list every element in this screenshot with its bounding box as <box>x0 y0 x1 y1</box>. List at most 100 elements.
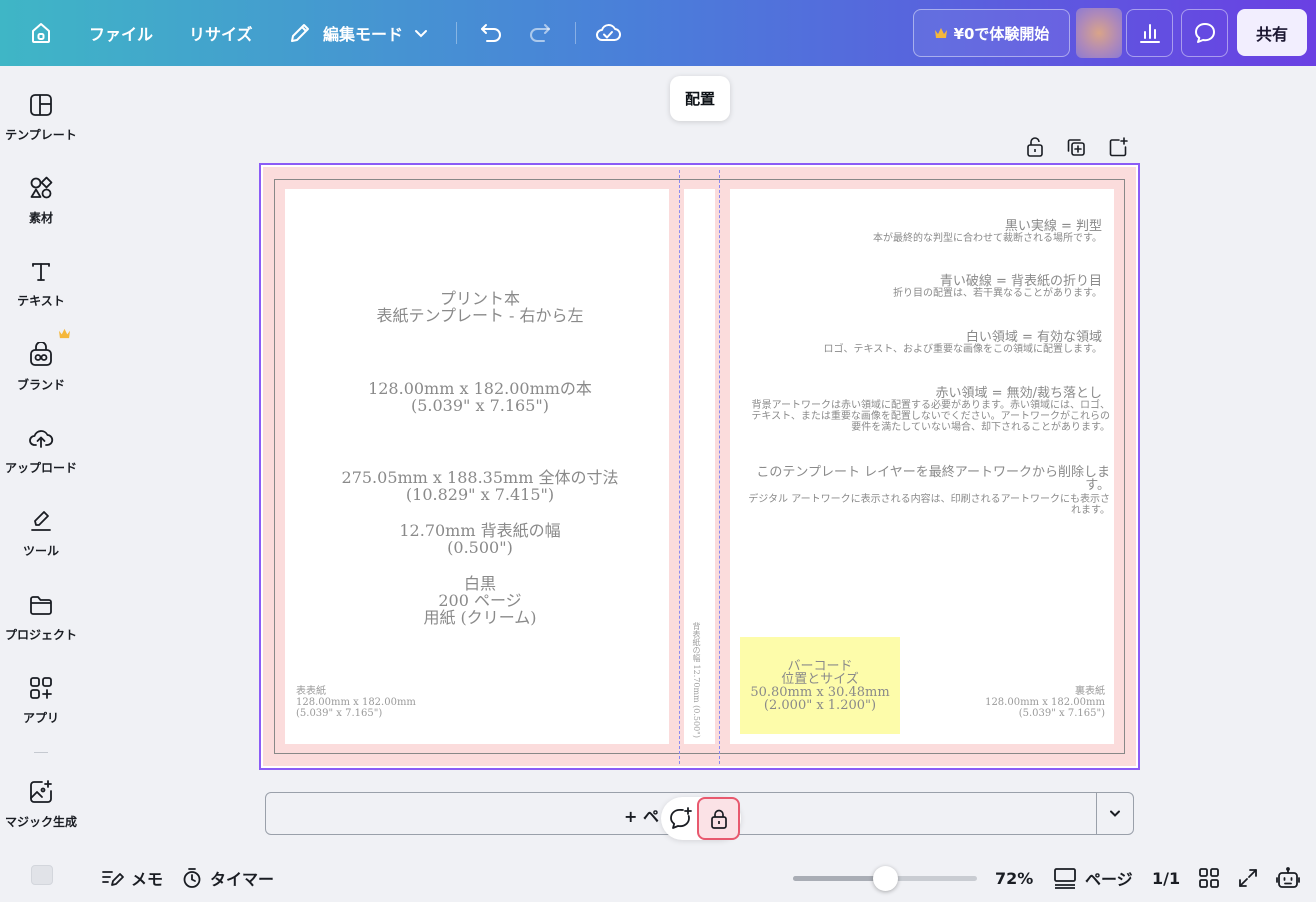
lock-icon <box>710 809 727 829</box>
legend-heading: このテンプレート レイヤーを最終アートワークから削除します。 <box>756 465 1110 493</box>
robot-icon <box>1276 867 1300 888</box>
redo-button[interactable] <box>527 0 553 66</box>
sidebar-item-magic[interactable]: マジック生成 <box>0 779 82 849</box>
spine-width-line: (0.500") <box>447 538 513 557</box>
chevron-down-icon[interactable] <box>1106 804 1124 822</box>
text-icon <box>32 263 50 281</box>
spine-width-line: 12.70mm 背表紙の幅 <box>399 521 561 540</box>
legend-blue-line: 青い破線 = 背表紙の折り目 折り目の配置は、若干異なることがあります。 <box>745 274 1102 299</box>
sidebar-item-label: テンプレート <box>5 128 77 142</box>
file-menu-label: ファイル <box>89 25 154 44</box>
spine-fold-line <box>679 170 680 764</box>
edit-mode-dropdown[interactable]: 編集モード <box>288 0 429 66</box>
book-size-line: 128.00mm x 182.00mmの本 <box>368 379 592 398</box>
zoom-value: 72% <box>995 868 1034 888</box>
spine-width-block: 12.70mm 背表紙の幅 (0.500") <box>285 522 675 556</box>
duplicate-page-icon[interactable] <box>1065 136 1087 158</box>
sidebar-item-brand[interactable]: ブランド <box>0 342 82 412</box>
book-size-line: (5.039" x 7.165") <box>410 396 549 415</box>
sidebar-item-projects[interactable]: プロジェクト <box>0 592 82 662</box>
cover-title-block: プリント本 表紙テンプレート - 右から左 <box>285 290 675 324</box>
expand-icon <box>1239 869 1257 887</box>
lock-icon[interactable] <box>1024 136 1046 158</box>
barcode-line: 位置とサイズ <box>781 671 859 687</box>
legend-heading: 青い破線 = 背表紙の折り目 <box>939 274 1102 289</box>
cover-title-line: プリント本 <box>439 289 520 308</box>
chevron-down-icon <box>415 30 428 38</box>
pages-icon <box>1054 868 1076 889</box>
home-icon <box>32 23 50 43</box>
undo-button[interactable] <box>478 0 504 66</box>
legend-body: デジタル アートワークに表示される内容は、印刷されるアートワークにも表示されます… <box>748 494 1110 516</box>
zoom-slider-thumb[interactable] <box>872 866 898 891</box>
avatar[interactable] <box>1076 8 1122 58</box>
tools-icon <box>31 511 51 531</box>
corner-label-line: (5.039" x 7.165") <box>1018 708 1105 719</box>
resize-menu[interactable]: リサイズ <box>189 0 253 66</box>
grid-view-button[interactable] <box>1198 862 1220 894</box>
add-page-icon[interactable] <box>1107 136 1129 158</box>
legend-black-line: 黒い実線 = 判型 本が最終的な判型に合わせて裁断される場所です。 <box>745 220 1102 244</box>
sidebar-item-label: テキスト <box>17 294 65 308</box>
page-count-value: 1/1 <box>1152 868 1181 888</box>
position-tooltip: 配置 <box>670 76 730 121</box>
corner-label-line: 裏表紙 <box>1075 686 1105 697</box>
barcode-placeholder[interactable]: バーコード 位置とサイズ 50.80mm x 30.48mm (2.000" x… <box>740 637 900 734</box>
sidebar-collapse-handle[interactable] <box>31 865 53 885</box>
total-size-block: 275.05mm x 188.35mm 全体の寸法 (10.829" x 7.4… <box>285 469 675 503</box>
back-cover-label: 表表紙 128.00mm x 182.00mm (5.039" x 7.165"… <box>296 686 416 719</box>
legend-white-area: 白い領域 = 有効な領域 ロゴ、テキスト、および重要な画像をこの領域に配置します… <box>745 331 1103 355</box>
toolbar-divider <box>456 22 457 44</box>
pages-button[interactable]: ページ <box>1053 862 1133 894</box>
insights-button[interactable] <box>1126 9 1173 57</box>
add-comment-icon[interactable] <box>668 806 694 832</box>
sidebar-item-apps[interactable]: アプリ <box>0 675 82 745</box>
sidebar-item-label: ツール <box>22 544 59 558</box>
sidebar-item-elements[interactable]: 素材 <box>0 175 82 245</box>
timer-icon <box>183 868 201 888</box>
fullscreen-button[interactable] <box>1237 862 1259 894</box>
legend-red-area: 赤い領域 = 無効/裁ち落とし 背景アートワークは赤い領域に配置する必要がありま… <box>745 387 1110 433</box>
page-count: 1/1 <box>1152 862 1180 894</box>
spine-fold-line <box>719 170 720 764</box>
resize-menu-label: リサイズ <box>189 25 253 44</box>
timer-label: タイマー <box>210 870 275 889</box>
notes-button[interactable]: メモ <box>101 862 163 894</box>
legend-remove-layer: このテンプレート レイヤーを最終アートワークから削除します。 デジタル アートワ… <box>745 466 1110 516</box>
file-menu[interactable]: ファイル <box>89 0 153 66</box>
zoom-level[interactable]: 72% <box>995 862 1033 894</box>
assistant-button[interactable] <box>1276 862 1300 894</box>
notes-icon <box>102 871 124 886</box>
corner-label-line: 128.00mm x 182.00mm <box>296 697 416 708</box>
sidebar-item-label: アプリ <box>22 711 59 725</box>
share-button[interactable]: 共有 <box>1237 9 1307 56</box>
legend-body: 本が最終的な判型に合わせて裁断される場所です。 <box>873 233 1102 244</box>
grid-icon <box>1199 868 1219 888</box>
timer-button[interactable]: タイマー <box>181 862 274 894</box>
add-page-label: + ペ <box>624 807 659 826</box>
free-trial-button[interactable]: ¥0で体験開始 <box>913 9 1070 57</box>
home-button[interactable] <box>28 0 54 66</box>
comments-button[interactable] <box>1181 9 1228 57</box>
legend-body: 背景アートワークは赤い領域に配置する必要があります。赤い領域には、ロゴ、テキスト… <box>751 400 1110 433</box>
sidebar-item-templates[interactable]: テンプレート <box>0 92 82 162</box>
sidebar-item-uploads[interactable]: アップロード <box>0 425 82 495</box>
corner-label-line: (5.039" x 7.165") <box>296 708 383 719</box>
cloud-save-button[interactable] <box>595 0 621 66</box>
magic-icon <box>30 780 52 803</box>
cloud-check-icon <box>596 24 621 41</box>
sidebar-item-text[interactable]: テキスト <box>0 258 82 328</box>
crown-icon <box>934 28 947 38</box>
lock-page-button[interactable] <box>697 797 740 840</box>
add-page-divider <box>1096 793 1097 834</box>
zoom-slider-fill <box>793 876 885 881</box>
sidebar-divider <box>34 752 48 753</box>
total-size-line: (10.829" x 7.415") <box>405 485 555 504</box>
notes-label: メモ <box>131 870 164 889</box>
toolbar-divider <box>575 22 576 44</box>
template-icon <box>30 94 52 116</box>
share-label: 共有 <box>1255 24 1288 44</box>
sidebar-item-label: プロジェクト <box>4 628 77 642</box>
sidebar-item-tools[interactable]: ツール <box>0 508 82 578</box>
top-bar: ファイル リサイズ 編集モード ¥0で体験開始 共有 <box>0 0 1316 66</box>
